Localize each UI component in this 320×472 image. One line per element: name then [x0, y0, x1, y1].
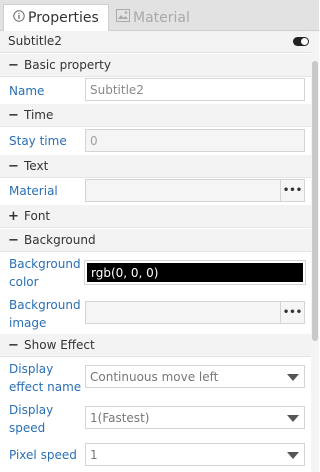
background-image-label-line2: image — [9, 316, 47, 330]
background-image-browse-button[interactable]: ••• — [280, 302, 304, 323]
section-text-label: Text — [24, 159, 49, 173]
section-font[interactable]: + Font — [0, 205, 311, 228]
name-label: Name — [9, 84, 45, 98]
pixel-speed-value: 1 — [90, 447, 98, 462]
collapse-icon: − — [8, 232, 19, 248]
background-color-value: rgb(0, 0, 0) — [91, 265, 159, 280]
section-background-label: Background — [24, 233, 96, 247]
section-text[interactable]: − Text — [0, 155, 311, 178]
section-time[interactable]: − Time — [0, 104, 311, 127]
section-show-effect-label: Show Effect — [24, 338, 95, 352]
material-label: Material — [9, 184, 58, 198]
section-font-label: Font — [24, 209, 51, 223]
pixel-speed-label: Pixel speed — [9, 448, 77, 462]
tab-properties-label: Properties — [28, 10, 99, 26]
section-basic-property[interactable]: − Basic property — [0, 54, 311, 77]
collapse-icon: − — [8, 337, 19, 353]
visibility-toggle[interactable] — [293, 37, 309, 46]
element-title: Subtitle2 — [8, 34, 62, 48]
display-speed-select[interactable]: 1(Fastest) — [85, 406, 305, 429]
tab-material[interactable]: Material — [113, 4, 217, 31]
scrollbar[interactable] — [311, 31, 319, 472]
background-image-input[interactable]: ••• — [85, 301, 305, 324]
material-input[interactable]: ••• — [85, 179, 305, 202]
section-show-effect[interactable]: − Show Effect — [0, 334, 311, 357]
display-effect-select[interactable]: Continuous move left — [85, 365, 305, 388]
dropdown-arrow-icon — [287, 452, 299, 459]
tab-properties[interactable]: Properties — [3, 4, 109, 31]
collapse-icon: − — [8, 107, 19, 123]
stay-time-label: Stay time — [9, 134, 67, 148]
tab-bar: Properties Material — [0, 0, 319, 31]
name-input-value: Subtitle2 — [90, 82, 144, 97]
dropdown-arrow-icon — [287, 374, 299, 381]
display-speed-label-line1: Display — [9, 403, 54, 417]
stay-time-input[interactable]: 0 — [85, 129, 305, 152]
background-color-label-line2: color — [9, 275, 39, 289]
expand-icon: + — [8, 208, 19, 224]
pixel-speed-select[interactable]: 1 — [85, 443, 305, 466]
section-time-label: Time — [24, 108, 54, 122]
info-icon — [13, 10, 25, 26]
collapse-icon: − — [8, 158, 19, 174]
stay-time-value: 0 — [90, 133, 98, 148]
section-background[interactable]: − Background — [0, 229, 311, 252]
dropdown-arrow-icon — [287, 415, 299, 422]
material-browse-button[interactable]: ••• — [280, 180, 304, 201]
background-image-label-line1: Background — [9, 298, 81, 312]
background-color-label-line1: Background — [9, 257, 81, 271]
display-speed-label-line2: speed — [9, 421, 46, 435]
display-speed-value: 1(Fastest) — [90, 410, 150, 425]
image-icon — [116, 9, 130, 26]
collapse-icon: − — [8, 57, 19, 73]
background-color-input[interactable]: rgb(0, 0, 0) — [84, 260, 306, 285]
tab-material-label: Material — [133, 9, 190, 26]
display-effect-value: Continuous move left — [90, 369, 219, 384]
display-effect-label-line1: Display — [9, 362, 54, 376]
name-input[interactable]: Subtitle2 — [85, 78, 305, 101]
scrollbar-thumb[interactable] — [312, 61, 318, 341]
element-title-row: Subtitle2 — [0, 31, 311, 53]
display-effect-label-line2: effect name — [9, 380, 82, 394]
section-basic-property-label: Basic property — [24, 58, 111, 72]
